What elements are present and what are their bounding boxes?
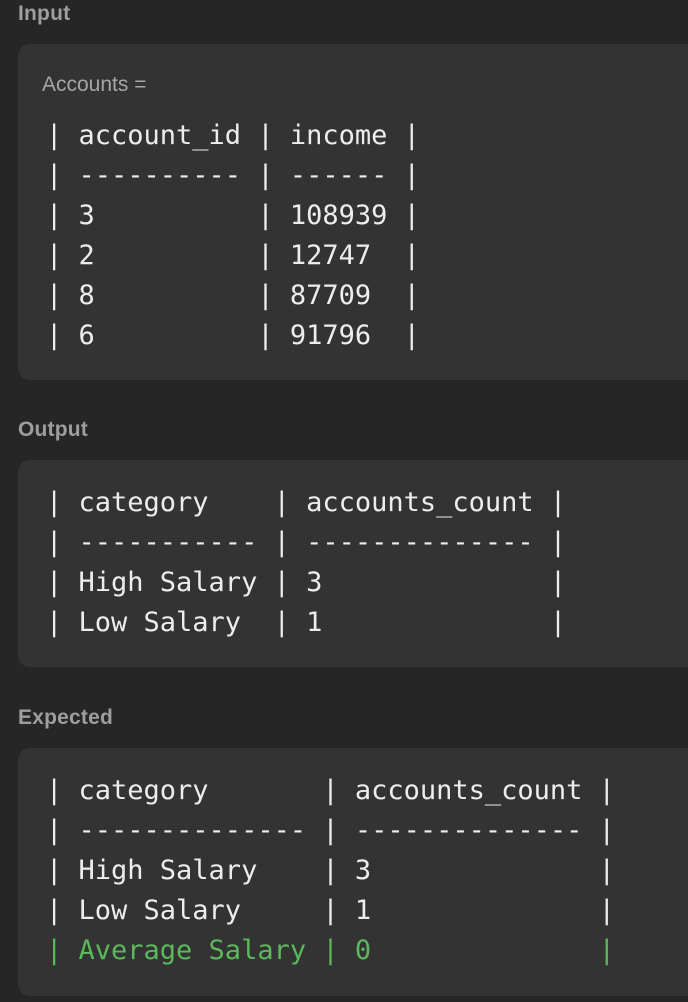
expected-table-row: | High Salary | 3 | xyxy=(46,855,615,886)
input-variable-label: Accounts = xyxy=(42,73,147,96)
expected-section-label: Expected xyxy=(18,706,113,729)
input-table: | account_id | income | | ---------- | --… xyxy=(46,116,420,356)
expected-table-header: | category | accounts_count | xyxy=(46,775,615,806)
input-table-row: | 8 | 87709 | xyxy=(46,280,420,311)
input-table-separator: | ---------- | ------ | xyxy=(46,160,420,191)
input-section-label: Input xyxy=(18,2,71,25)
output-section-label: Output xyxy=(18,418,89,441)
output-panel: | category | accounts_count | | ---------… xyxy=(18,460,688,667)
expected-table-row-added: | Average Salary | 0 | xyxy=(46,935,615,966)
expected-table-separator: | -------------- | -------------- | xyxy=(46,815,615,846)
input-table-header: | account_id | income | xyxy=(46,120,420,151)
output-table-separator: | ----------- | -------------- | xyxy=(46,527,567,558)
expected-table-row: | Low Salary | 1 | xyxy=(46,895,615,926)
output-table-row: | High Salary | 3 | xyxy=(46,567,567,598)
output-table-header: | category | accounts_count | xyxy=(46,487,567,518)
input-table-row: | 3 | 108939 | xyxy=(46,200,420,231)
input-table-row: | 6 | 91796 | xyxy=(46,320,420,351)
output-table: | category | accounts_count | | ---------… xyxy=(46,483,566,643)
input-panel: Accounts = | account_id | income | | ----… xyxy=(18,44,688,380)
input-table-row: | 2 | 12747 | xyxy=(46,240,420,271)
output-table-row: | Low Salary | 1 | xyxy=(46,607,567,638)
expected-table: | category | accounts_count | | ---------… xyxy=(46,771,615,971)
expected-panel: | category | accounts_count | | ---------… xyxy=(18,748,688,996)
